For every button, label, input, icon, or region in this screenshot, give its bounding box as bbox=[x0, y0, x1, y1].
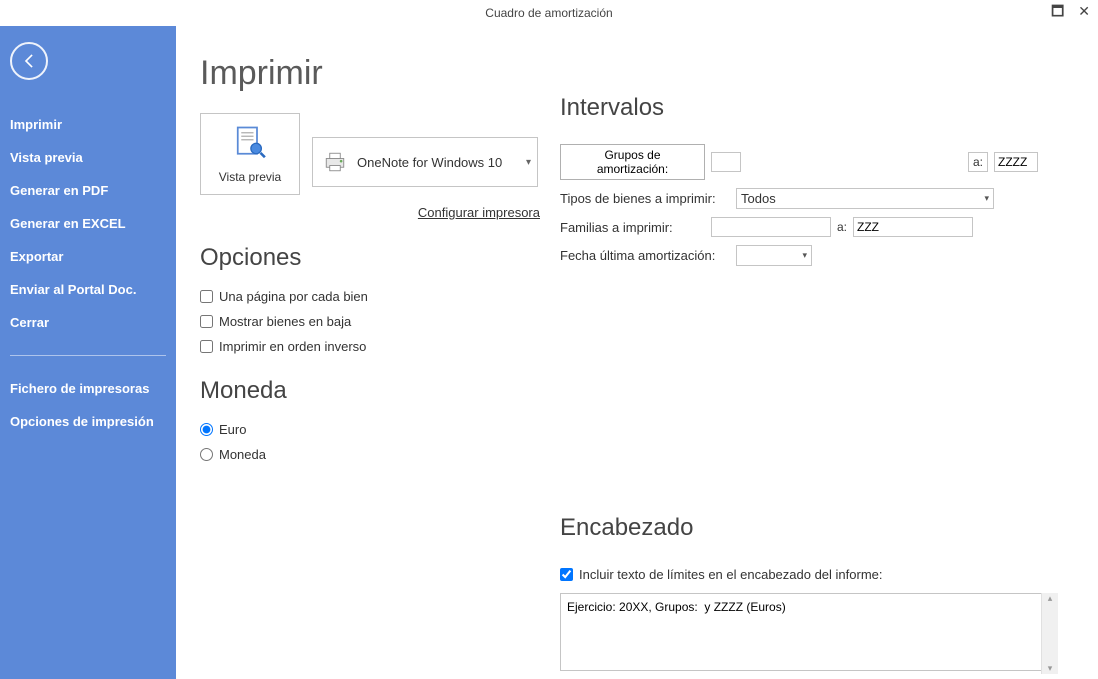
include-limits-checkbox[interactable] bbox=[560, 568, 573, 581]
fecha-select[interactable]: ▾ bbox=[736, 245, 812, 266]
sidebar-item-export[interactable]: Exportar bbox=[10, 240, 166, 273]
options-heading: Opciones bbox=[200, 244, 540, 272]
printer-name: OneNote for Windows 10 bbox=[357, 155, 502, 170]
scroll-up-icon[interactable]: ▴ bbox=[1048, 593, 1053, 604]
configure-printer-link[interactable]: Configurar impresora bbox=[200, 205, 540, 220]
header-textarea[interactable] bbox=[560, 593, 1058, 671]
sidebar-item-close[interactable]: Cerrar bbox=[10, 306, 166, 339]
header-heading: Encabezado bbox=[560, 514, 1074, 542]
currency-moneda-label: Moneda bbox=[219, 447, 266, 462]
sidebar-item-preview[interactable]: Vista previa bbox=[10, 141, 166, 174]
sidebar-item-portal[interactable]: Enviar al Portal Doc. bbox=[10, 273, 166, 306]
familias-from-input[interactable] bbox=[711, 217, 831, 237]
chevron-down-icon: ▾ bbox=[802, 250, 807, 261]
include-limits-label: Incluir texto de límites en el encabezad… bbox=[579, 567, 883, 582]
printer-dropdown[interactable]: OneNote for Windows 10 ▾ bbox=[312, 137, 538, 187]
arrow-left-icon bbox=[19, 51, 39, 71]
sidebar-item-pdf[interactable]: Generar en PDF bbox=[10, 174, 166, 207]
chevron-down-icon: ▾ bbox=[984, 193, 989, 204]
intervals-heading: Intervalos bbox=[560, 94, 1074, 122]
fecha-label: Fecha última amortización: bbox=[560, 248, 730, 263]
option-show-low-label: Mostrar bienes en baja bbox=[219, 314, 351, 329]
tipos-value: Todos bbox=[741, 191, 776, 206]
close-icon[interactable]: ✕ bbox=[1078, 4, 1090, 18]
tipos-select[interactable]: Todos ▾ bbox=[736, 188, 994, 209]
sidebar-item-printers-file[interactable]: Fichero de impresoras bbox=[10, 372, 166, 405]
sidebar-item-print[interactable]: Imprimir bbox=[10, 108, 166, 141]
familias-label: Familias a imprimir: bbox=[560, 220, 705, 235]
scrollbar[interactable]: ▴ ▾ bbox=[1041, 593, 1058, 674]
groups-a-label: a: bbox=[968, 152, 988, 172]
currency-euro-radio[interactable] bbox=[200, 423, 213, 436]
familias-a-label: a: bbox=[837, 220, 847, 234]
window-title: Cuadro de amortización bbox=[485, 6, 612, 20]
scroll-down-icon[interactable]: ▾ bbox=[1048, 663, 1053, 674]
preview-button-label: Vista previa bbox=[219, 170, 281, 184]
sidebar-item-excel[interactable]: Generar en EXCEL bbox=[10, 207, 166, 240]
maximize-icon[interactable]: 🗖 bbox=[1051, 4, 1064, 18]
currency-euro-label: Euro bbox=[219, 422, 246, 437]
tipos-label: Tipos de bienes a imprimir: bbox=[560, 191, 730, 206]
preview-button[interactable]: Vista previa bbox=[200, 113, 300, 195]
chevron-down-icon: ▾ bbox=[526, 157, 531, 168]
option-one-page-label: Una página por cada bien bbox=[219, 289, 368, 304]
sidebar-item-print-options[interactable]: Opciones de impresión bbox=[10, 405, 166, 438]
currency-moneda-radio[interactable] bbox=[200, 448, 213, 461]
titlebar: Cuadro de amortización 🗖 ✕ bbox=[0, 0, 1098, 26]
option-show-low-checkbox[interactable] bbox=[200, 315, 213, 328]
option-reverse-checkbox[interactable] bbox=[200, 340, 213, 353]
back-button[interactable] bbox=[10, 42, 48, 80]
groups-to-input[interactable] bbox=[994, 152, 1038, 172]
sidebar-divider bbox=[10, 355, 166, 356]
groups-from-input[interactable] bbox=[711, 152, 741, 172]
familias-to-input[interactable] bbox=[853, 217, 973, 237]
printer-icon bbox=[321, 148, 349, 176]
document-magnify-icon bbox=[229, 124, 271, 166]
option-reverse-label: Imprimir en orden inverso bbox=[219, 339, 366, 354]
groups-button[interactable]: Grupos de amortización: bbox=[560, 144, 705, 180]
main-panel: Imprimir Vista previa bbox=[176, 26, 1098, 679]
currency-heading: Moneda bbox=[200, 377, 540, 405]
sidebar: Imprimir Vista previa Generar en PDF Gen… bbox=[0, 26, 176, 679]
page-title: Imprimir bbox=[200, 54, 540, 93]
option-one-page-checkbox[interactable] bbox=[200, 290, 213, 303]
